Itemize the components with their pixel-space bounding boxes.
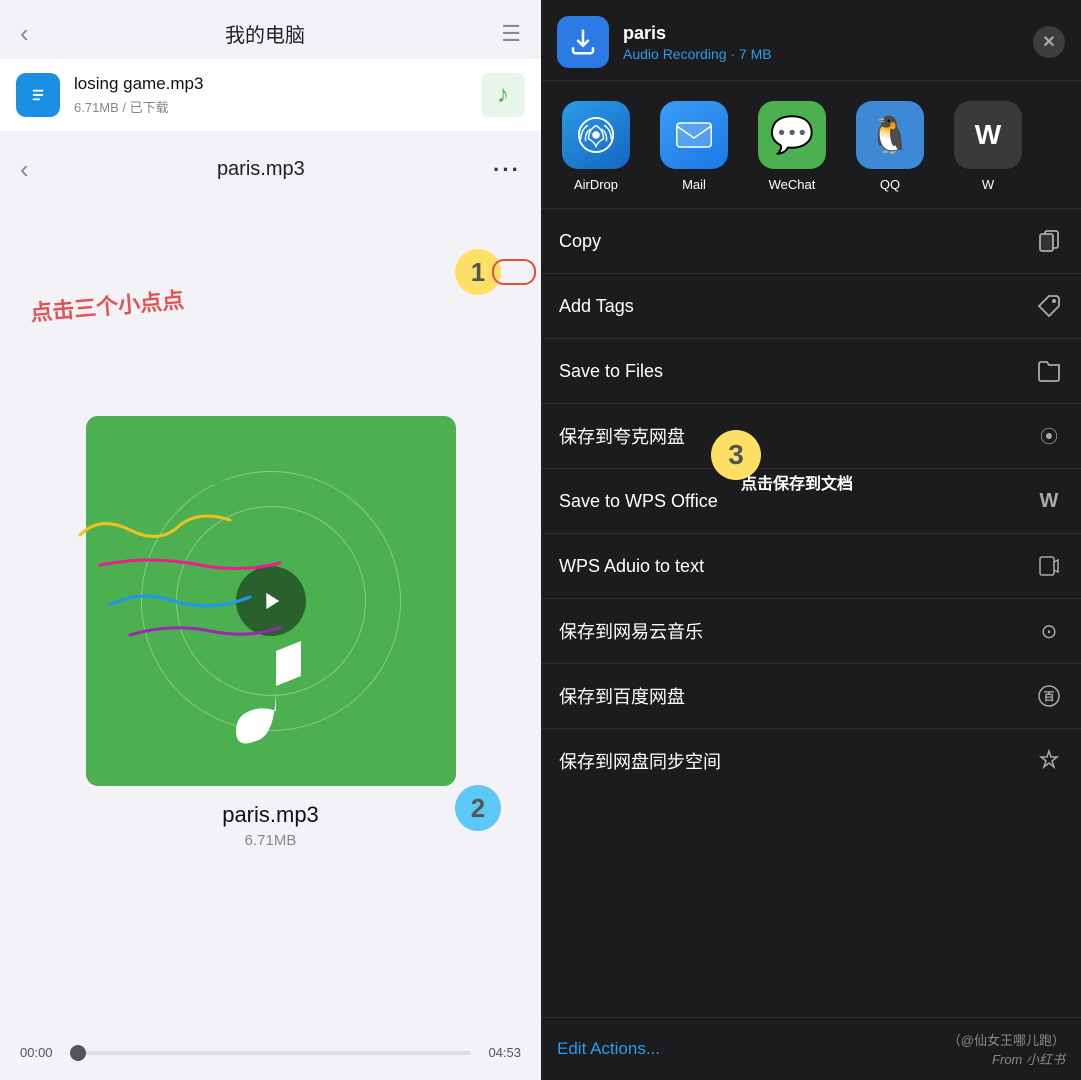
share-file-info: paris Audio Recording · 7 MB xyxy=(623,23,1019,62)
action-list: Copy Add Tags Save to Files xyxy=(541,209,1081,1017)
save-kuake-label: 保存到夸克网盘 xyxy=(559,423,685,449)
play-button[interactable] xyxy=(236,566,306,636)
file-type-icon xyxy=(16,73,60,117)
action-save-files[interactable]: Save to Files xyxy=(541,339,1081,404)
svg-text:百: 百 xyxy=(1044,690,1055,703)
page-title: 我的电脑 xyxy=(225,19,305,48)
song-size: 6.71MB xyxy=(222,832,319,849)
menu-button[interactable]: ☰ xyxy=(501,21,521,47)
more-apps-icon: W xyxy=(954,101,1022,169)
progress-thumb[interactable] xyxy=(70,1045,86,1061)
annotation-text-chinese: 点击三个小点点 xyxy=(29,282,185,327)
action-copy[interactable]: Copy xyxy=(541,209,1081,274)
song-title: paris.mp3 xyxy=(222,802,319,828)
share-sheet-panel: paris Audio Recording · 7 MB ✕ AirDrop xyxy=(541,0,1081,1080)
action-save-netease[interactable]: 保存到网易云音乐 ⊙ xyxy=(541,599,1081,664)
app-airdrop[interactable]: AirDrop xyxy=(551,101,641,192)
action-wps-audio[interactable]: WPS Aduio to text xyxy=(541,534,1081,599)
time-end: 04:53 xyxy=(483,1045,521,1060)
share-file-subtitle: Audio Recording · 7 MB xyxy=(623,46,1019,62)
more-label: W xyxy=(982,177,994,192)
watermark-user: （@仙女王哪儿跑） xyxy=(948,1030,1065,1049)
action-save-kuake[interactable]: 保存到夸克网盘 ⦿ xyxy=(541,404,1081,469)
app-more[interactable]: W W xyxy=(943,101,1033,192)
copy-label: Copy xyxy=(559,231,601,252)
dots-circle-annotation xyxy=(492,259,536,285)
back-button-2[interactable]: ‹ xyxy=(20,154,29,185)
album-art xyxy=(86,416,456,786)
edit-actions-button[interactable]: Edit Actions... xyxy=(557,1039,660,1059)
mail-icon xyxy=(660,101,728,169)
annotation-number-2: 2 xyxy=(455,785,501,831)
annotation-save-text: 点击保存到文档 xyxy=(741,470,853,494)
close-button[interactable]: ✕ xyxy=(1033,26,1065,58)
time-start: 00:00 xyxy=(20,1045,58,1060)
save-baidu-label: 保存到百度网盘 xyxy=(559,683,685,709)
save-wps-label: Save to WPS Office xyxy=(559,491,718,512)
file-size: 6.71MB / 已下载 xyxy=(74,97,467,116)
watermark-area: （@仙女王哪儿跑） From 小红书 xyxy=(948,1030,1065,1068)
add-tags-label: Add Tags xyxy=(559,296,634,317)
save-netease-label: 保存到网易云音乐 xyxy=(559,618,703,644)
more-options-button[interactable]: ··· xyxy=(493,157,521,183)
song-info-area: paris.mp3 6.71MB xyxy=(222,786,319,855)
airdrop-label: AirDrop xyxy=(574,177,618,192)
tag-icon xyxy=(1035,292,1063,320)
audio-text-icon xyxy=(1035,552,1063,580)
progress-area: 00:00 04:53 xyxy=(0,1031,541,1080)
watermark-source: From 小红书 xyxy=(948,1049,1065,1068)
save-files-label: Save to Files xyxy=(559,361,663,382)
app-qq[interactable]: 🐧 QQ xyxy=(845,101,935,192)
folder-icon xyxy=(1035,357,1063,385)
share-header: paris Audio Recording · 7 MB ✕ xyxy=(541,0,1081,81)
wechat-label: WeChat xyxy=(769,177,816,192)
file-info: losing game.mp3 6.71MB / 已下载 xyxy=(74,74,467,116)
share-bottom-bar: Edit Actions... （@仙女王哪儿跑） From 小红书 xyxy=(541,1017,1081,1080)
action-save-tongbu[interactable]: 保存到网盘同步空间 xyxy=(541,729,1081,793)
tongbu-icon xyxy=(1035,747,1063,775)
kuake-icon: ⦿ xyxy=(1035,422,1063,450)
top-nav-bar: ‹ 我的电脑 ☰ xyxy=(0,0,541,59)
wps-icon: W xyxy=(1035,487,1063,515)
netease-icon: ⊙ xyxy=(1035,617,1063,645)
airdrop-icon xyxy=(562,101,630,169)
left-panel: ‹ 我的电脑 ☰ losing game.mp3 6.71MB / 已下载 ♪ … xyxy=(0,0,541,1080)
app-mail[interactable]: Mail xyxy=(649,101,739,192)
progress-bar[interactable] xyxy=(70,1051,471,1055)
share-filename: paris xyxy=(623,23,1019,44)
music-note-icon: ♪ xyxy=(481,73,525,117)
action-save-baidu[interactable]: 保存到百度网盘 百 xyxy=(541,664,1081,729)
qq-icon: 🐧 xyxy=(856,101,924,169)
app-wechat[interactable]: 💬 WeChat xyxy=(747,101,837,192)
secondary-nav: ‹ paris.mp3 ··· xyxy=(0,140,541,199)
share-file-icon xyxy=(557,16,609,68)
back-button[interactable]: ‹ xyxy=(20,18,29,49)
file-list-item[interactable]: losing game.mp3 6.71MB / 已下载 ♪ xyxy=(0,59,541,131)
file-name: losing game.mp3 xyxy=(74,74,467,94)
qq-label: QQ xyxy=(880,177,900,192)
save-tongbu-label: 保存到网盘同步空间 xyxy=(559,748,721,774)
action-add-tags[interactable]: Add Tags xyxy=(541,274,1081,339)
mail-label: Mail xyxy=(682,177,706,192)
annotation-area: 点击三个小点点 1 xyxy=(0,199,541,1031)
wps-audio-label: WPS Aduio to text xyxy=(559,556,704,577)
copy-icon xyxy=(1035,227,1063,255)
app-row: AirDrop Mail 💬 WeChat 🐧 QQ xyxy=(541,81,1081,209)
secondary-title: paris.mp3 xyxy=(217,158,305,181)
baidu-icon: 百 xyxy=(1035,682,1063,710)
wechat-icon: 💬 xyxy=(758,101,826,169)
